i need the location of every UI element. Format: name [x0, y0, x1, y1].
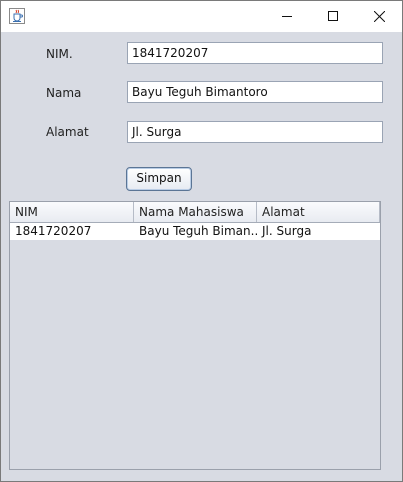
column-header-nama[interactable]: Nama Mahasiswa: [134, 202, 257, 222]
maximize-button[interactable]: [310, 1, 356, 32]
nama-label: Nama: [46, 86, 82, 100]
table-header: NIM Nama Mahasiswa Alamat: [10, 202, 380, 223]
alamat-field[interactable]: Jl. Surga: [127, 121, 383, 143]
column-header-alamat[interactable]: Alamat: [257, 202, 380, 222]
nim-field[interactable]: 1841720207: [127, 42, 383, 64]
app-window: NIM. 1841720207 Nama Bayu Teguh Bimantor…: [0, 0, 403, 482]
save-button[interactable]: Simpan: [126, 167, 192, 191]
cell-nim: 1841720207: [15, 224, 92, 238]
cell-nama: Bayu Teguh Biman...: [139, 224, 257, 238]
close-icon: [374, 11, 385, 22]
java-cup-icon: [9, 8, 25, 24]
title-bar[interactable]: [1, 1, 402, 32]
alamat-label: Alamat: [46, 125, 89, 139]
nama-field[interactable]: Bayu Teguh Bimantoro: [127, 81, 383, 103]
minimize-button[interactable]: [264, 1, 310, 32]
column-header-nim[interactable]: NIM: [10, 202, 134, 222]
student-table[interactable]: NIM Nama Mahasiswa Alamat 1841720207 Bay…: [9, 201, 381, 470]
form-panel: NIM. 1841720207 Nama Bayu Teguh Bimantor…: [1, 32, 402, 481]
minimize-icon: [282, 16, 292, 17]
maximize-icon: [328, 11, 338, 21]
cell-alamat: Jl. Surga: [262, 224, 312, 238]
close-button[interactable]: [356, 1, 402, 32]
table-row[interactable]: 1841720207 Bayu Teguh Biman... Jl. Surga: [10, 223, 380, 240]
nim-label: NIM.: [46, 47, 73, 61]
